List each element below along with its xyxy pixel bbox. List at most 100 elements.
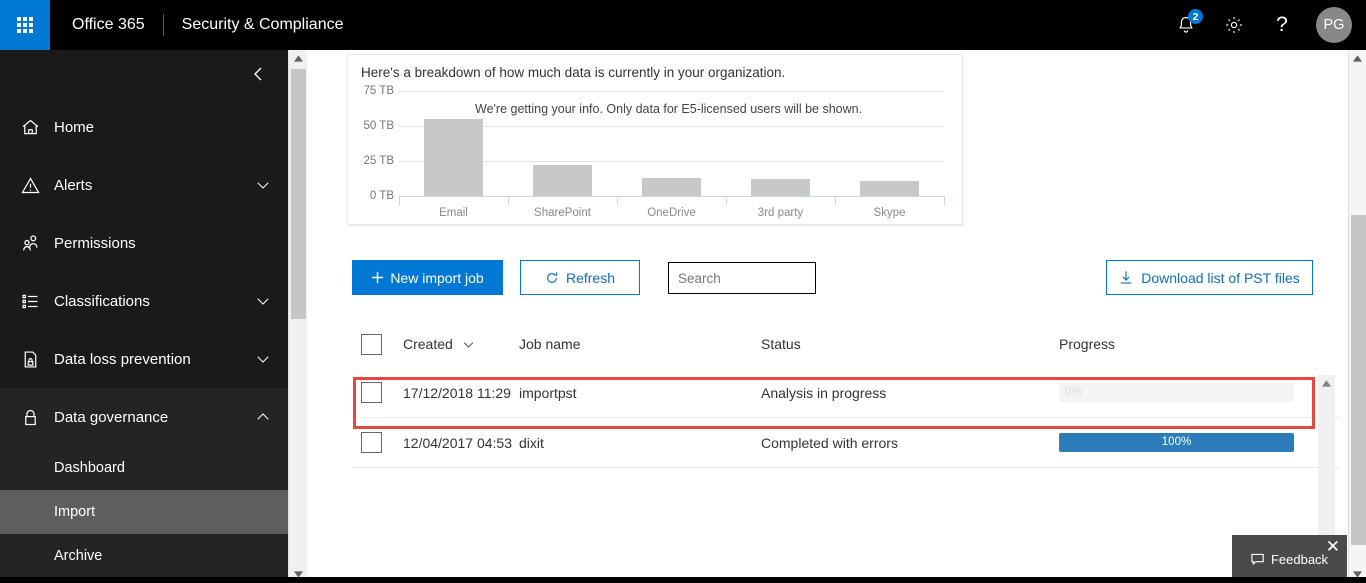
- sidebar-item-label: Alerts: [54, 176, 93, 194]
- plus-icon: [372, 271, 384, 284]
- x-tick-label: Email: [439, 207, 468, 219]
- sidebar-item-label: Permissions: [54, 234, 136, 252]
- sidebar-collapse-button[interactable]: [0, 50, 288, 98]
- settings-button[interactable]: [1210, 0, 1258, 50]
- search-input[interactable]: [678, 270, 855, 286]
- sidebar-scrollbar[interactable]: [288, 50, 307, 583]
- sidebar-subitem-label: Dashboard: [54, 460, 125, 476]
- feedback-label: Feedback: [1270, 551, 1329, 567]
- x-tick-label: OneDrive: [647, 207, 696, 219]
- sidebar-subitem-label: Import: [54, 504, 96, 520]
- select-all-checkbox[interactable]: [361, 333, 382, 355]
- column-header-created[interactable]: Created: [382, 336, 519, 352]
- chevron-up-icon[interactable]: [254, 408, 272, 426]
- sidebar-scrollbar-thumb[interactable]: [291, 69, 306, 319]
- x-tickmark: [399, 196, 400, 205]
- table-row[interactable]: 17/12/2018 11:29 importpst Analysis in p…: [352, 368, 1340, 418]
- chevron-down-icon[interactable]: [254, 350, 272, 368]
- sidebar-item-import[interactable]: Import: [0, 490, 288, 534]
- row-checkbox[interactable]: [361, 382, 382, 403]
- page-scrollbar-thumb[interactable]: [1351, 215, 1366, 545]
- sidebar-item-dashboard[interactable]: Dashboard: [0, 446, 288, 490]
- column-label: Created: [403, 336, 453, 352]
- x-tickmark: [835, 196, 836, 205]
- sidebar-item-classifications[interactable]: Classifications: [0, 272, 288, 330]
- close-icon[interactable]: ✕: [1322, 536, 1344, 557]
- feedback-button[interactable]: Feedback ✕: [1232, 535, 1347, 583]
- chevron-down-icon[interactable]: [461, 337, 476, 352]
- bar-email: [424, 119, 483, 196]
- notification-badge: 2: [1188, 9, 1203, 24]
- list-icon: [20, 291, 54, 312]
- download-icon: [1121, 271, 1132, 284]
- y-tick-label: 25 TB: [363, 155, 394, 167]
- refresh-button[interactable]: Refresh: [520, 260, 640, 295]
- home-icon: [20, 117, 54, 138]
- alert-triangle-icon: [20, 175, 54, 196]
- bar-onedrive: [642, 178, 701, 196]
- column-header-status[interactable]: Status: [761, 336, 1059, 352]
- suite-actions: 2 ? PG: [1162, 0, 1366, 50]
- scroll-up-arrow-icon[interactable]: [1349, 50, 1366, 67]
- gear-icon: [1226, 17, 1242, 33]
- chart-x-axis: [399, 196, 944, 197]
- sidebar-item-alerts[interactable]: Alerts: [0, 156, 288, 214]
- cell-job-name: importpst: [519, 384, 577, 401]
- column-header-job-name[interactable]: Job name: [519, 336, 761, 352]
- chart-title: Here's a breakdown of how much data is c…: [361, 65, 786, 80]
- sidebar-item-archive[interactable]: Archive: [0, 534, 288, 578]
- avatar[interactable]: PG: [1316, 7, 1352, 43]
- people-icon: [20, 232, 54, 254]
- app-launcher-button[interactable]: [0, 0, 50, 50]
- download-pst-list-button[interactable]: Download list of PST files: [1106, 260, 1313, 295]
- progress-label: 100%: [1161, 436, 1192, 448]
- x-tickmark: [726, 196, 727, 205]
- sidebar: Home Alerts Permissions Classifications …: [0, 50, 288, 583]
- cell-status: Analysis in progress: [761, 384, 887, 401]
- page-scrollbar[interactable]: [1348, 50, 1366, 583]
- progress-label: 0%: [1065, 386, 1082, 398]
- bar-skype: [860, 181, 919, 196]
- chevron-down-icon[interactable]: [254, 292, 272, 310]
- storage-breakdown-chart: Here's a breakdown of how much data is c…: [347, 54, 963, 225]
- x-tickmark: [944, 196, 945, 205]
- chevron-down-icon[interactable]: [254, 176, 272, 194]
- cell-progress: 0%: [1059, 383, 1295, 402]
- question-mark-icon: ?: [1276, 13, 1288, 36]
- import-jobs-table: Created Job name Status Progress 17/12/2…: [352, 320, 1340, 468]
- cell-progress: 100%: [1059, 433, 1295, 452]
- sidebar-item-permissions[interactable]: Permissions: [0, 214, 288, 272]
- search-box[interactable]: [668, 262, 855, 294]
- download-pst-label: Download list of PST files: [1141, 269, 1300, 286]
- app-title: Security & Compliance: [181, 16, 344, 33]
- new-import-job-button[interactable]: New import job: [352, 260, 503, 295]
- jobs-toolbar: New import job Refresh Download list of …: [352, 260, 1313, 296]
- help-button[interactable]: ?: [1258, 0, 1306, 50]
- document-lock-icon: [20, 349, 54, 370]
- sidebar-item-data-loss-prevention[interactable]: Data loss prevention: [0, 330, 288, 388]
- sidebar-subitem-label: Archive: [54, 548, 103, 564]
- x-tickmark: [617, 196, 618, 205]
- window-bottom-strip: [0, 577, 1366, 583]
- progress-bar: 0%: [1059, 383, 1294, 402]
- scroll-up-arrow-icon[interactable]: [289, 50, 308, 67]
- chevron-left-icon: [254, 67, 262, 81]
- column-header-progress[interactable]: Progress: [1059, 336, 1295, 352]
- x-tick-label: Skype: [873, 207, 906, 219]
- sidebar-item-data-governance[interactable]: Data governance: [0, 388, 288, 446]
- table-rows: 17/12/2018 11:29 importpst Analysis in p…: [352, 368, 1340, 523]
- table-header-row: Created Job name Status Progress: [352, 320, 1340, 368]
- scroll-up-arrow-icon[interactable]: [1318, 375, 1335, 392]
- suite-brand[interactable]: Office 365: [50, 0, 163, 50]
- refresh-label: Refresh: [565, 269, 616, 286]
- sidebar-item-label: Home: [54, 118, 95, 136]
- notifications-button[interactable]: 2: [1162, 0, 1210, 50]
- cell-created: 17/12/2018 11:29: [403, 384, 511, 401]
- chart-annotation: We're getting your info. Only data for E…: [475, 102, 863, 116]
- table-row[interactable]: 12/04/2017 04:53 dixit Completed with er…: [352, 418, 1340, 468]
- waffle-icon: [17, 17, 33, 33]
- bar-sharepoint: [533, 165, 592, 196]
- sidebar-item-home[interactable]: Home: [0, 98, 288, 156]
- row-checkbox[interactable]: [361, 432, 382, 453]
- sidebar-item-label: Classifications: [54, 292, 150, 310]
